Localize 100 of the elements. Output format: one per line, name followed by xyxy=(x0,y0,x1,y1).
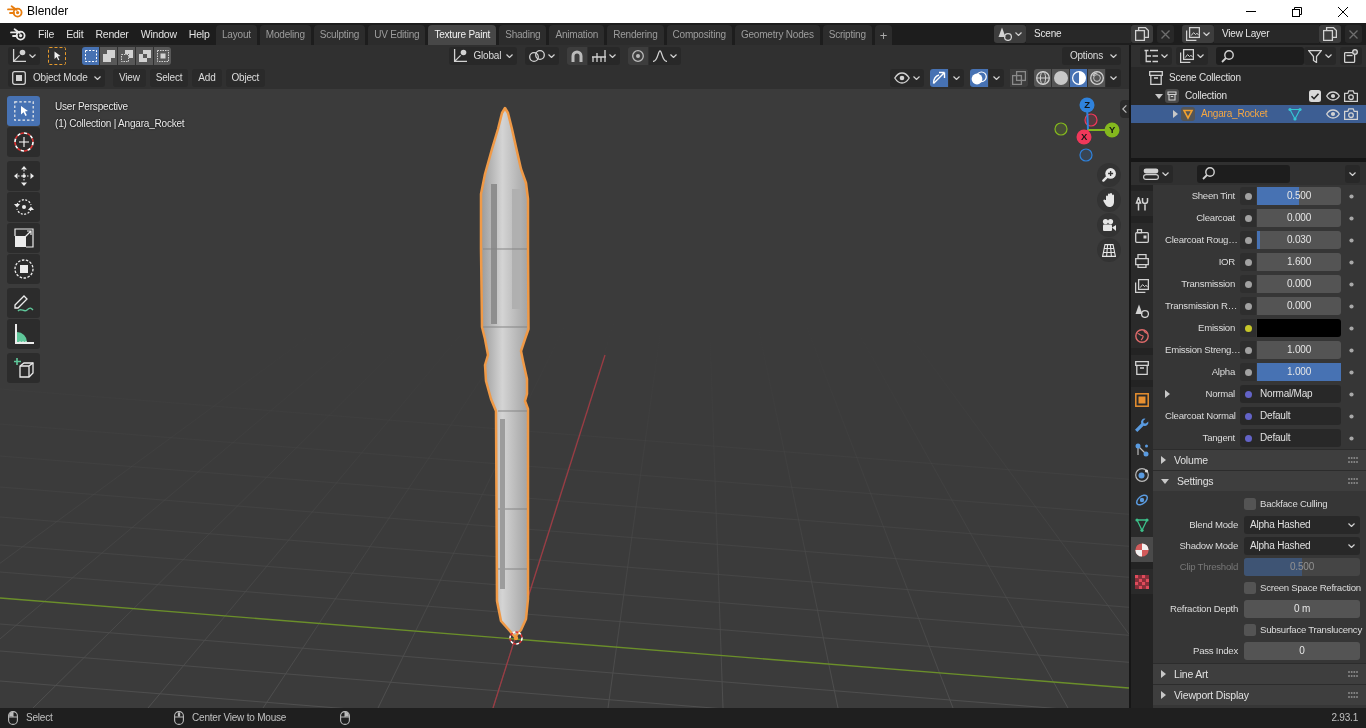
properties-tab[interactable] xyxy=(1131,323,1153,348)
tool-button[interactable] xyxy=(7,192,40,222)
panel-header[interactable]: Viewport Display xyxy=(1153,684,1366,705)
select-mode-button[interactable] xyxy=(118,47,135,65)
view-layer-field[interactable]: View Layer xyxy=(1214,25,1319,43)
panel-menu-button[interactable] xyxy=(1345,164,1360,183)
eye-icon[interactable] xyxy=(1326,91,1340,101)
workspace-tab[interactable]: Sculpting xyxy=(313,25,366,45)
properties-tab[interactable] xyxy=(1131,223,1153,248)
workspace-tab[interactable]: Shading xyxy=(499,25,547,45)
keyframe-dot-icon[interactable] xyxy=(1349,237,1354,243)
expand-arrow-icon[interactable] xyxy=(1155,93,1163,99)
expand-arrow-icon[interactable] xyxy=(1165,390,1170,398)
filter-dropdown[interactable] xyxy=(1304,47,1336,65)
workspace-tab[interactable]: Compositing xyxy=(666,25,732,45)
visibility-dropdown[interactable] xyxy=(890,69,924,87)
xray-toggle[interactable] xyxy=(1010,69,1028,87)
properties-tab[interactable] xyxy=(1131,387,1153,412)
socket-button[interactable] xyxy=(1240,275,1256,293)
keyframe-dot-icon[interactable] xyxy=(1349,325,1354,331)
select-mode-button[interactable] xyxy=(82,47,99,65)
menu-item[interactable]: Help xyxy=(182,24,216,44)
socket-button[interactable] xyxy=(1240,187,1256,205)
workspace-tab[interactable]: UV Editing xyxy=(368,25,426,45)
select-box-icon[interactable] xyxy=(48,47,66,65)
select-mode-button[interactable] xyxy=(100,47,117,65)
tool-button[interactable] xyxy=(7,254,40,284)
value-slider[interactable]: 0.000 xyxy=(1257,209,1341,227)
value-slider[interactable]: 0.000 xyxy=(1257,297,1341,315)
socket-button[interactable] xyxy=(1240,253,1256,271)
scene-browse-button[interactable] xyxy=(994,25,1026,43)
workspace-tab[interactable]: Animation xyxy=(549,25,605,45)
gizmo-menu-button[interactable] xyxy=(949,69,964,87)
eye-icon[interactable] xyxy=(1326,109,1340,119)
properties-tab[interactable] xyxy=(1131,512,1153,537)
orientation-dropdown[interactable]: Global xyxy=(448,47,517,65)
keyframe-dot-icon[interactable] xyxy=(1349,369,1354,375)
workspace-tab[interactable]: Modeling xyxy=(259,25,311,45)
value-slider[interactable]: 0.030 xyxy=(1257,231,1341,249)
new-collection-button[interactable] xyxy=(1340,47,1362,65)
negative-axis-handle[interactable] xyxy=(1054,122,1068,136)
negative-axis-handle[interactable] xyxy=(1079,148,1093,162)
menu-item[interactable]: File xyxy=(32,24,61,44)
shading-button[interactable] xyxy=(1070,69,1087,87)
menu-item[interactable]: Add xyxy=(192,69,222,87)
sidebar-toggle[interactable] xyxy=(1120,100,1129,118)
socket-button[interactable] xyxy=(1240,363,1256,381)
options-dropdown[interactable]: Options xyxy=(1061,47,1121,65)
camera-icon[interactable] xyxy=(1344,108,1358,120)
keyframe-dot-icon[interactable] xyxy=(1349,347,1354,353)
value-slider[interactable]: 0.500 xyxy=(1257,187,1341,205)
pivot-dropdown[interactable] xyxy=(524,47,559,65)
zoom-button[interactable] xyxy=(1097,163,1121,187)
expand-arrow-icon[interactable] xyxy=(1172,110,1178,118)
view-layer-browse-button[interactable] xyxy=(1182,25,1214,43)
menu-item[interactable]: Window xyxy=(134,24,183,44)
menu-item[interactable]: Object xyxy=(225,69,266,87)
shading-button[interactable] xyxy=(1088,69,1105,87)
socket-button[interactable] xyxy=(1240,341,1256,359)
add-workspace-button[interactable]: + xyxy=(874,25,893,45)
workspace-tab[interactable]: Scripting xyxy=(822,25,872,45)
axis-handle[interactable]: X xyxy=(1076,129,1092,145)
workspace-tab[interactable]: Texture Paint xyxy=(428,25,497,45)
dropdown[interactable]: Alpha Hashed xyxy=(1244,536,1360,555)
number-field[interactable]: 0 xyxy=(1244,641,1360,660)
grip-icon[interactable] xyxy=(1348,692,1358,698)
duplicate-button[interactable] xyxy=(1131,25,1153,43)
search-field[interactable] xyxy=(1197,164,1290,183)
keyframe-dot-icon[interactable] xyxy=(1349,303,1354,309)
keyframe-dot-icon[interactable] xyxy=(1349,215,1354,221)
snap-toggle[interactable] xyxy=(566,47,587,65)
socket-button[interactable] xyxy=(1240,319,1256,337)
select-mode-button[interactable] xyxy=(154,47,171,65)
outliner-row[interactable]: Scene Collection xyxy=(1131,69,1366,87)
tool-button[interactable] xyxy=(7,353,40,383)
gizmo-toggle[interactable] xyxy=(930,69,948,87)
panel-header[interactable]: Volume xyxy=(1153,449,1366,470)
number-field[interactable]: 0 m xyxy=(1244,599,1360,618)
link-field[interactable]: Default xyxy=(1240,407,1341,425)
proportional-toggle[interactable] xyxy=(627,47,648,65)
shading-menu-button[interactable] xyxy=(1106,69,1121,87)
menu-item[interactable]: Select xyxy=(149,69,189,87)
negative-axis-handle[interactable] xyxy=(1084,113,1098,127)
exclude-checkbox[interactable] xyxy=(1309,90,1321,102)
checkbox[interactable] xyxy=(1244,623,1256,636)
properties-tab[interactable] xyxy=(1131,191,1153,216)
grip-icon[interactable] xyxy=(1348,478,1358,484)
shading-button[interactable] xyxy=(1052,69,1069,87)
workspace-tab[interactable]: Layout xyxy=(216,25,257,45)
link-field[interactable]: Normal/Map xyxy=(1240,385,1341,403)
keyframe-dot-icon[interactable] xyxy=(1349,435,1354,441)
perspective-button[interactable] xyxy=(1097,238,1121,262)
camera-view-button[interactable] xyxy=(1097,213,1121,237)
properties-tab[interactable] xyxy=(1131,355,1153,380)
link-field[interactable]: Default xyxy=(1240,429,1341,447)
pan-button[interactable] xyxy=(1097,188,1121,212)
scene-name-field[interactable]: Scene xyxy=(1026,25,1131,43)
color-swatch[interactable] xyxy=(1257,319,1341,337)
grip-icon[interactable] xyxy=(1348,457,1358,463)
menu-item[interactable]: Render xyxy=(89,24,135,44)
